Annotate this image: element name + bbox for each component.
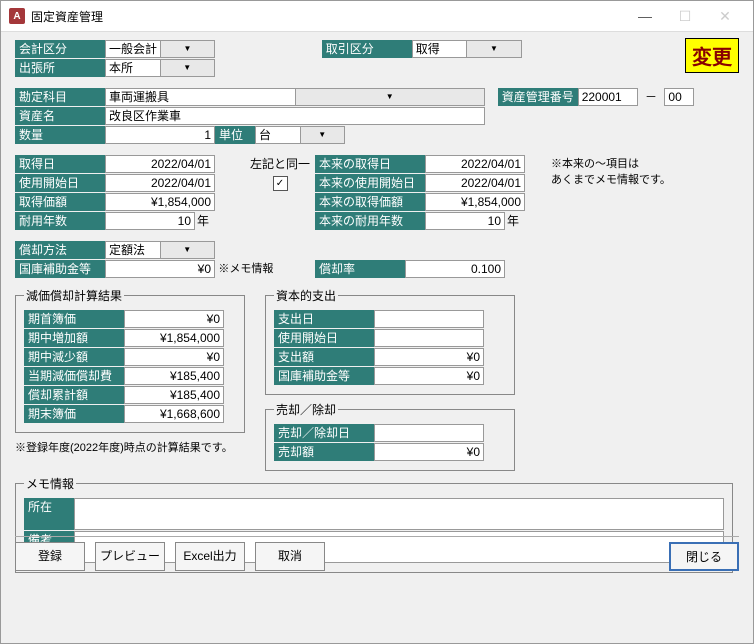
orig-note1: ※本来の～項目は: [551, 155, 671, 171]
asset-name-label: 資産名: [15, 107, 105, 125]
mode-badge: 変更: [685, 38, 739, 73]
calc-decrease-val: ¥0: [124, 348, 224, 366]
dep-subsidy-note: ※メモ情報: [218, 263, 273, 275]
capex-amount-label: 支出額: [274, 348, 374, 366]
shucchojo-select[interactable]: 本所▼: [105, 59, 215, 77]
mgmt-no-sep: －: [641, 90, 661, 104]
chevron-down-icon: ▼: [160, 242, 215, 258]
capex-legend: 資本的支出: [274, 287, 338, 304]
dep-subsidy-label: 国庫補助金等: [15, 260, 105, 278]
asset-name-field[interactable]: 改良区作業車: [105, 107, 485, 125]
minimize-button[interactable]: —: [625, 2, 665, 30]
calc-accum-label: 償却累計額: [24, 386, 124, 404]
calc-dep-label: 当期減価償却費: [24, 367, 124, 385]
register-button[interactable]: 登録: [15, 542, 85, 571]
unit-label: 単位: [215, 126, 255, 144]
qty-field[interactable]: 1: [105, 126, 215, 144]
unit-select[interactable]: 台▼: [255, 126, 345, 144]
kamoku-select[interactable]: 車両運搬具▼: [105, 88, 485, 106]
orig-date-label: 本来の取得日: [315, 155, 425, 173]
orig-price-field[interactable]: ¥1,854,000: [425, 193, 525, 211]
calc-note: ※登録年度(2022年度)時点の計算結果です。: [15, 439, 245, 455]
calc-closing-val: ¥1,668,600: [124, 405, 224, 423]
calc-decrease-label: 期中減少額: [24, 348, 124, 366]
acq-life-label: 耐用年数: [15, 212, 105, 230]
capex-amount-field[interactable]: ¥0: [374, 348, 484, 366]
memo-loc-label: 所在: [24, 498, 74, 530]
dep-rate-field[interactable]: 0.100: [405, 260, 505, 278]
calc-opening-val: ¥0: [124, 310, 224, 328]
titlebar: A 固定資産管理 — ☐ ✕: [1, 1, 753, 32]
chevron-down-icon: ▼: [160, 41, 214, 57]
orig-date-field[interactable]: 2022/04/01: [425, 155, 525, 173]
disposal-group: 売却／除却 売却／除却日 売却額¥0: [265, 401, 515, 471]
orig-start-field[interactable]: 2022/04/01: [425, 174, 525, 192]
calc-opening-label: 期首簿価: [24, 310, 124, 328]
dep-rate-label: 償却率: [315, 260, 405, 278]
qty-label: 数量: [15, 126, 105, 144]
close-window-button: ✕: [705, 2, 745, 30]
close-button[interactable]: 閉じる: [669, 542, 739, 571]
calc-increase-label: 期中増加額: [24, 329, 124, 347]
acq-price-field[interactable]: ¥1,854,000: [105, 193, 215, 211]
acq-life-unit: 年: [195, 214, 209, 228]
window-title: 固定資産管理: [31, 8, 625, 25]
orig-life-label: 本来の耐用年数: [315, 212, 425, 230]
dep-method-select[interactable]: 定額法▼: [105, 241, 215, 259]
mgmt-no-suffix-field[interactable]: 00: [664, 88, 694, 106]
torihiki-select[interactable]: 取得▼: [412, 40, 522, 58]
cancel-button[interactable]: 取消: [255, 542, 325, 571]
capex-subsidy-field[interactable]: ¥0: [374, 367, 484, 385]
same-label: 左記と同一: [245, 155, 315, 172]
capex-start-field[interactable]: [374, 329, 484, 347]
acq-start-label: 使用開始日: [15, 174, 105, 192]
acq-life-field[interactable]: 10: [105, 212, 195, 230]
memo-loc-field[interactable]: [74, 498, 724, 530]
orig-life-unit: 年: [505, 214, 519, 228]
chevron-down-icon: ▼: [300, 127, 345, 143]
orig-price-label: 本来の取得価額: [315, 193, 425, 211]
dep-subsidy-field[interactable]: ¥0: [105, 260, 215, 278]
orig-note2: あくまでメモ情報です。: [551, 171, 671, 187]
acq-price-label: 取得価額: [15, 193, 105, 211]
app-icon: A: [9, 8, 25, 24]
calc-closing-label: 期末簿価: [24, 405, 124, 423]
disposal-date-label: 売却／除却日: [274, 424, 374, 442]
calc-group: 減価償却計算結果 期首簿価¥0 期中増加額¥1,854,000 期中減少額¥0 …: [15, 287, 245, 433]
disposal-amount-field[interactable]: ¥0: [374, 443, 484, 461]
maximize-button: ☐: [665, 2, 705, 30]
shucchojo-label: 出張所: [15, 59, 105, 77]
chevron-down-icon: ▼: [160, 60, 215, 76]
disposal-legend: 売却／除却: [274, 401, 338, 418]
capex-date-field[interactable]: [374, 310, 484, 328]
calc-accum-val: ¥185,400: [124, 386, 224, 404]
dep-method-label: 償却方法: [15, 241, 105, 259]
torihiki-label: 取引区分: [322, 40, 412, 58]
kaikei-select[interactable]: 一般会計▼: [105, 40, 215, 58]
calc-dep-val: ¥185,400: [124, 367, 224, 385]
acq-date-label: 取得日: [15, 155, 105, 173]
same-checkbox[interactable]: ✓: [273, 176, 288, 191]
capex-group: 資本的支出 支出日 使用開始日 支出額¥0 国庫補助金等¥0: [265, 287, 515, 395]
orig-life-field[interactable]: 10: [425, 212, 505, 230]
kaikei-label: 会計区分: [15, 40, 105, 58]
capex-start-label: 使用開始日: [274, 329, 374, 347]
orig-start-label: 本来の使用開始日: [315, 174, 425, 192]
capex-subsidy-label: 国庫補助金等: [274, 367, 374, 385]
calc-increase-val: ¥1,854,000: [124, 329, 224, 347]
capex-date-label: 支出日: [274, 310, 374, 328]
acq-date-field[interactable]: 2022/04/01: [105, 155, 215, 173]
kamoku-label: 勘定科目: [15, 88, 105, 106]
chevron-down-icon: ▼: [295, 89, 485, 105]
excel-button[interactable]: Excel出力: [175, 542, 245, 571]
mgmt-no-label: 資産管理番号: [498, 88, 578, 106]
calc-legend: 減価償却計算結果: [24, 287, 124, 304]
disposal-date-field[interactable]: [374, 424, 484, 442]
chevron-down-icon: ▼: [466, 41, 521, 57]
mgmt-no-field[interactable]: 220001: [578, 88, 638, 106]
disposal-amount-label: 売却額: [274, 443, 374, 461]
memo-legend: メモ情報: [24, 475, 76, 492]
preview-button[interactable]: プレビュー: [95, 542, 165, 571]
acq-start-field[interactable]: 2022/04/01: [105, 174, 215, 192]
